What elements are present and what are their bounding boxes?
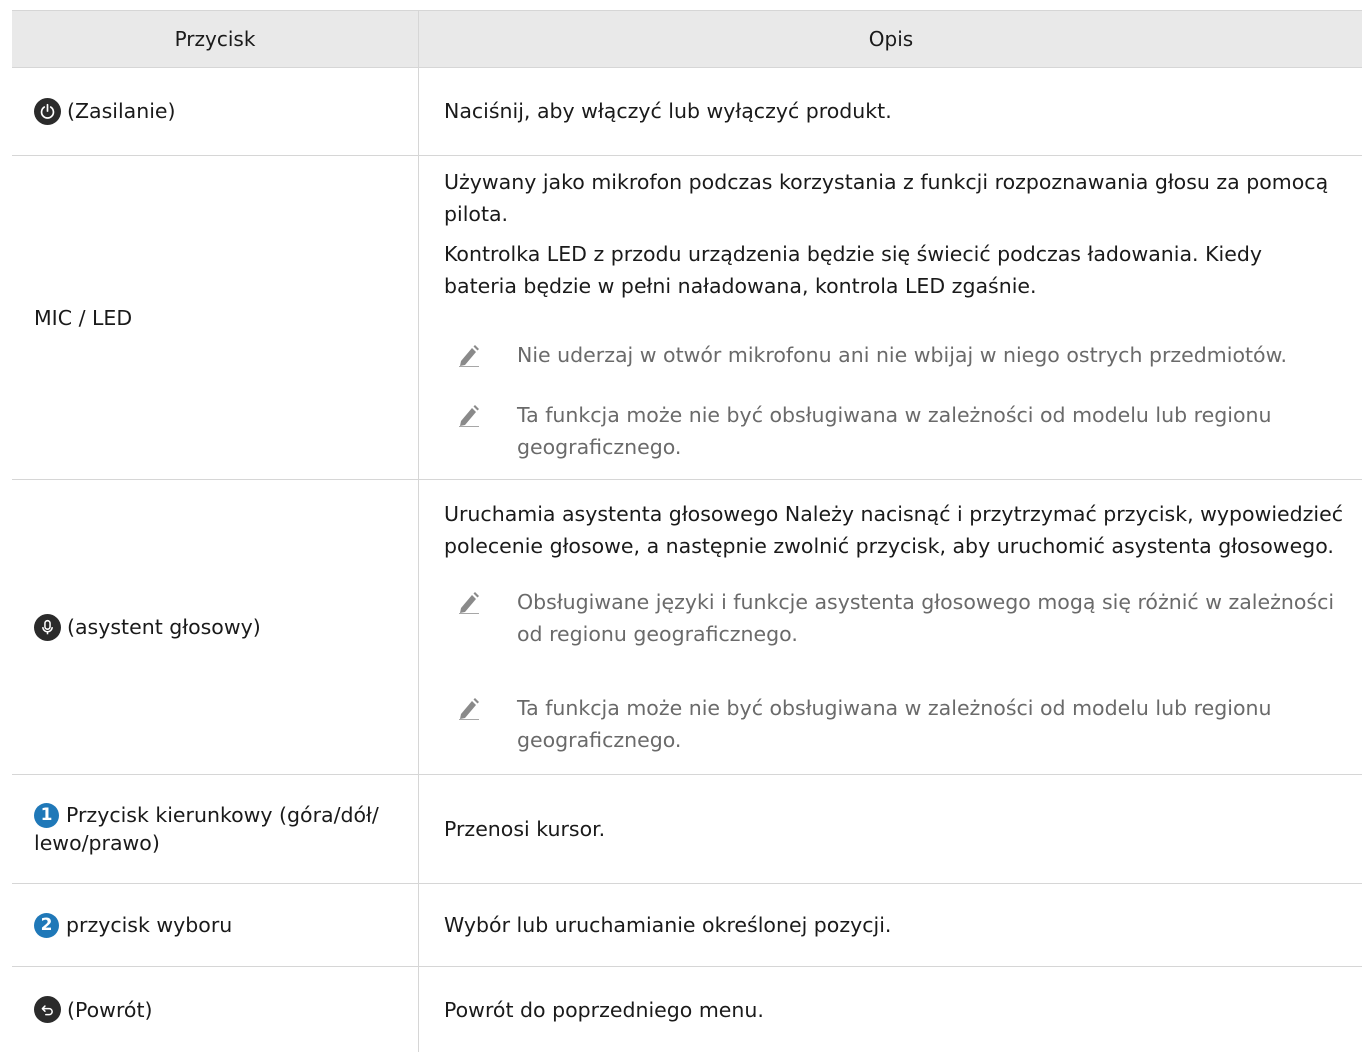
button-name: (asystent głosowy) <box>67 615 261 639</box>
header-button-column: Przycisk <box>174 27 256 51</box>
table-row: 1 Przycisk kierunkowy (góra/dół/ lewo/pr… <box>12 775 1362 884</box>
button-name: przycisk wyboru <box>66 913 233 937</box>
button-name-continued: lewo/prawo) <box>34 831 160 855</box>
button-name: (Powrót) <box>67 997 153 1022</box>
table-row: (Zasilanie) Naciśnij, aby włączyć lub wy… <box>12 67 1362 156</box>
number-badge-1: 1 <box>34 802 59 828</box>
note-text: Nie uderzaj w otwór mikrofonu ani nie wb… <box>517 343 1287 367</box>
button-description: Wybór lub uruchamianie określonej pozycj… <box>444 913 892 937</box>
description-line: bateria będzie w pełni naładowana, kontr… <box>444 274 1037 298</box>
remote-buttons-table: Przycisk Opis (Zasilanie) Naciśnij, aby … <box>12 10 1362 1052</box>
description-line: Używany jako mikrofon podczas korzystani… <box>444 170 1329 194</box>
header-description-column: Opis <box>418 11 1362 67</box>
description-line: Kontrolka LED z przodu urządzenia będzie… <box>444 242 1262 266</box>
button-description: Powrót do poprzedniego menu. <box>444 997 764 1022</box>
description-line: polecenie głosowe, a następnie zwolnić p… <box>444 534 1334 558</box>
note-text: Ta funkcja może nie być obsługiwana w za… <box>517 403 1272 427</box>
table-header: Przycisk Opis <box>12 10 1362 68</box>
pencil-icon <box>459 592 479 614</box>
description-line: Uruchamia asystenta głosowego Należy nac… <box>444 502 1344 526</box>
table-row: 2 przycisk wyboru Wybór lub uruchamianie… <box>12 884 1362 967</box>
note-text: od regionu geograficznego. <box>517 622 798 646</box>
note-text: geograficznego. <box>517 728 682 752</box>
pencil-icon <box>459 698 479 720</box>
pencil-icon <box>459 345 479 367</box>
button-name: Przycisk kierunkowy (góra/dół/ <box>66 803 379 827</box>
note-text: geograficznego. <box>517 435 682 459</box>
button-description: Przenosi kursor. <box>444 817 606 841</box>
button-description: Naciśnij, aby włączyć lub wyłączyć produ… <box>444 99 892 123</box>
note-text: Obsługiwane języki i funkcje asystenta g… <box>517 590 1335 614</box>
button-name: (Zasilanie) <box>67 99 176 123</box>
description-line: pilota. <box>444 202 509 226</box>
table-row: (asystent głosowy) Uruchamia asystenta g… <box>12 480 1362 775</box>
power-icon <box>34 97 61 125</box>
pencil-icon <box>459 405 479 427</box>
button-name: MIC / LED <box>34 305 133 330</box>
table-row: MIC / LED Używany jako mikrofon podczas … <box>12 156 1362 480</box>
note-text: Ta funkcja może nie być obsługiwana w za… <box>517 696 1272 720</box>
table-row: (Powrót) Powrót do poprzedniego menu. <box>12 967 1362 1052</box>
return-icon <box>34 996 61 1023</box>
microphone-icon <box>34 613 61 641</box>
number-badge-2: 2 <box>34 912 59 938</box>
